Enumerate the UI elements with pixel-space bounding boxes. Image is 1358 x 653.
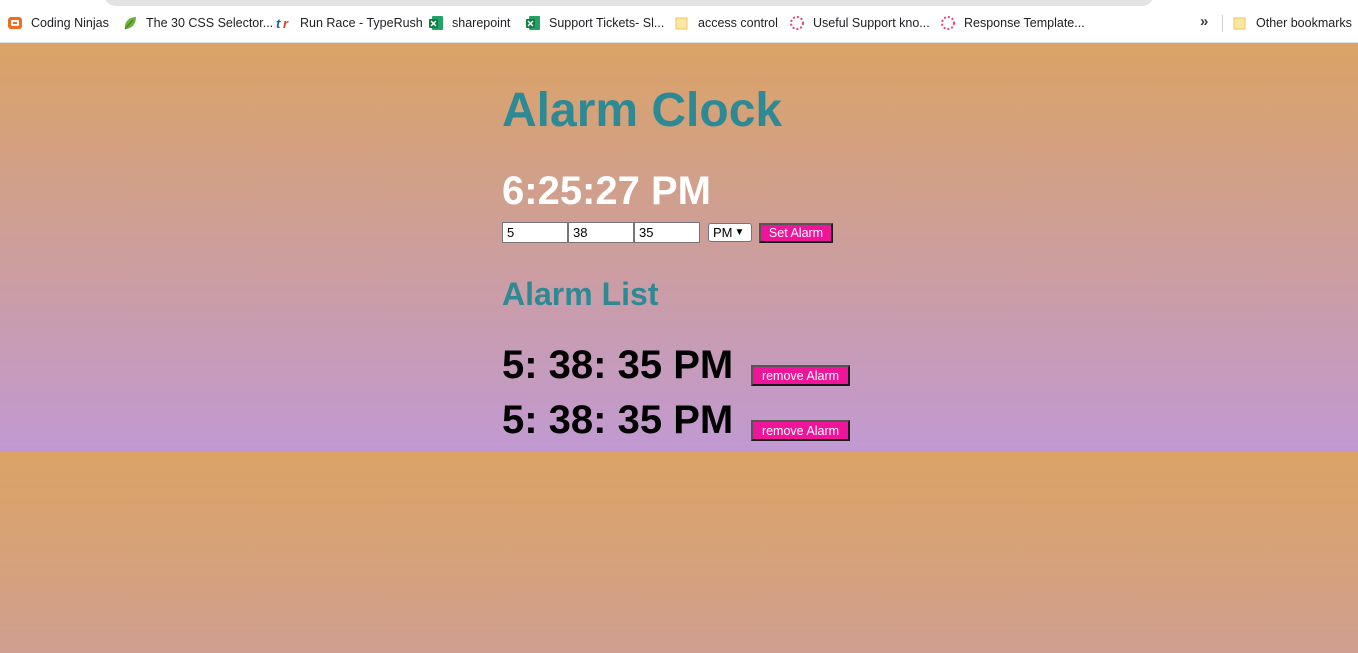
bookmark-useful-support[interactable]: Useful Support kno...	[789, 13, 930, 33]
bookmark-label: The 30 CSS Selector...	[146, 16, 274, 30]
hour-input[interactable]	[502, 222, 568, 243]
bookmark-label: Support Tickets- Sl...	[549, 16, 665, 30]
bookmark-access-control[interactable]: access control	[674, 13, 778, 33]
bookmark-label: access control	[698, 16, 778, 30]
omnibox-edge	[104, 0, 1154, 6]
bookmark-coding-ninjas[interactable]: Coding Ninjas	[7, 13, 109, 33]
typerush-icon: tr	[276, 15, 292, 31]
bookmark-label: Useful Support kno...	[813, 16, 930, 30]
folder-icon	[674, 15, 690, 31]
svg-text:t: t	[276, 16, 281, 31]
loading-spinner-icon	[940, 15, 956, 31]
bookmark-label: Run Race - TypeRush	[300, 16, 423, 30]
other-bookmarks-label: Other bookmarks	[1256, 16, 1352, 30]
alarm-time: 5: 38: 35 PM	[502, 398, 734, 442]
second-input[interactable]	[634, 222, 700, 243]
remove-alarm-button[interactable]: remove Alarm	[751, 420, 850, 441]
chevron-down-icon: ▼	[734, 227, 745, 238]
current-time-display: 6:25:27 PM	[502, 169, 711, 213]
bookmark-typerush[interactable]: tr Run Race - TypeRush	[276, 13, 423, 33]
bookmarks-bar: Coding Ninjas The 30 CSS Selector... tr …	[0, 0, 1358, 43]
loading-spinner-icon	[789, 15, 805, 31]
bookmark-sharepoint[interactable]: sharepoint	[428, 13, 510, 33]
folder-icon	[1232, 15, 1248, 31]
bookmark-css-selectors[interactable]: The 30 CSS Selector...	[122, 13, 273, 33]
bookmark-label: sharepoint	[452, 16, 511, 30]
bookmarks-divider	[1222, 15, 1223, 32]
coding-ninjas-icon	[7, 15, 23, 31]
excel-icon	[525, 15, 541, 31]
bookmark-response-templates[interactable]: Response Template...	[940, 13, 1085, 33]
remove-alarm-button[interactable]: remove Alarm	[751, 365, 850, 386]
excel-icon	[428, 15, 444, 31]
bookmark-label: Coding Ninjas	[31, 16, 109, 30]
minute-input[interactable]	[568, 222, 634, 243]
alarm-time: 5: 38: 35 PM	[502, 343, 734, 387]
other-bookmarks[interactable]: Other bookmarks	[1232, 13, 1352, 33]
page-title: Alarm Clock	[502, 84, 783, 137]
ampm-value: PM	[713, 225, 733, 240]
bookmark-support-tickets[interactable]: Support Tickets- Sl...	[525, 13, 664, 33]
bookmark-label: Response Template...	[964, 16, 1085, 30]
page-background	[0, 452, 1358, 653]
leaf-icon	[122, 15, 138, 31]
set-alarm-button[interactable]: Set Alarm	[759, 223, 833, 243]
alarm-list-title: Alarm List	[502, 276, 659, 312]
svg-text:r: r	[283, 16, 289, 31]
ampm-select[interactable]: PM ▼	[708, 223, 752, 242]
more-bookmarks-chevron[interactable]: »	[1200, 13, 1208, 30]
